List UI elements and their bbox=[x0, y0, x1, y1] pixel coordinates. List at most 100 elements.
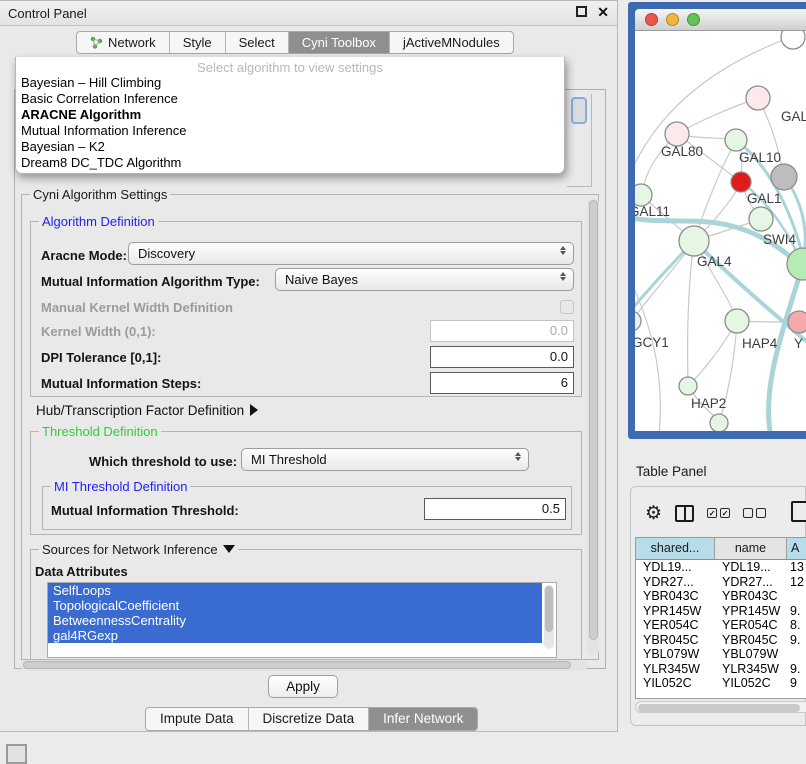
sources-title-expander[interactable]: Sources for Network Inference bbox=[39, 542, 238, 557]
which-threshold-select[interactable]: MI Threshold bbox=[241, 448, 529, 471]
mi-threshold-input[interactable]: 0.5 bbox=[424, 498, 566, 520]
columns-icon[interactable] bbox=[675, 505, 694, 522]
data-attributes-list[interactable]: SelfLoops TopologicalCoefficient Between… bbox=[47, 582, 557, 658]
tab-impute-data[interactable]: Impute Data bbox=[146, 708, 249, 730]
network-node-HAP2[interactable] bbox=[679, 377, 697, 395]
cell: YIL052C bbox=[715, 676, 787, 691]
node-label-GAL10: GAL10 bbox=[739, 150, 781, 165]
column-header-name[interactable]: name bbox=[715, 538, 787, 559]
cell: 8. bbox=[787, 618, 806, 633]
cell: 13 bbox=[787, 560, 806, 575]
algorithm-option[interactable]: ARACNE Algorithm bbox=[16, 107, 564, 123]
close-window-icon[interactable]: ✕ bbox=[597, 4, 609, 21]
close-traffic-light-icon[interactable] bbox=[645, 13, 658, 26]
list-item[interactable]: SelfLoops bbox=[48, 583, 542, 598]
list-vertical-scrollbar[interactable] bbox=[544, 585, 554, 649]
algorithm-option[interactable]: Basic Correlation Inference bbox=[16, 91, 564, 107]
network-node-GAL11[interactable] bbox=[635, 184, 652, 206]
tab-discretize-data-label: Discretize Data bbox=[263, 711, 355, 726]
which-threshold-value: MI Threshold bbox=[251, 452, 327, 467]
network-window-titlebar bbox=[635, 9, 806, 31]
sources-group: Sources for Network Inference Data Attri… bbox=[30, 549, 582, 660]
node-label-HAP2: HAP2 bbox=[691, 396, 726, 411]
table-row[interactable]: YER054CYER054C8. bbox=[636, 618, 806, 633]
network-node-HAP4[interactable] bbox=[725, 309, 749, 333]
table-row[interactable]: YLR345WYLR345W9. bbox=[636, 662, 806, 677]
network-edge[interactable] bbox=[679, 98, 758, 133]
algorithm-option[interactable]: Mutual Information Inference bbox=[16, 123, 564, 139]
settings-horizontal-scrollbar[interactable] bbox=[21, 660, 587, 671]
float-window-icon[interactable] bbox=[576, 6, 587, 17]
settings-vertical-scrollbar[interactable] bbox=[587, 198, 599, 656]
network-node-GAL10[interactable] bbox=[725, 129, 747, 151]
column-header-partial[interactable]: A bbox=[787, 538, 806, 559]
cyni-algorithm-settings-group: Cyni Algorithm Settings Algorithm Defini… bbox=[21, 194, 599, 660]
table-row[interactable]: YDL19...YDL19...13 bbox=[636, 560, 806, 575]
list-item[interactable]: TopologicalCoefficient bbox=[48, 598, 542, 613]
cell: YPR145W bbox=[715, 604, 787, 619]
dpi-tolerance-input[interactable]: 0.0 bbox=[430, 346, 574, 368]
cell: 12 bbox=[787, 575, 806, 590]
network-node-bottom-unlabeled[interactable] bbox=[710, 414, 728, 431]
select-all-checkboxes-icon[interactable]: ✓✓ bbox=[707, 508, 730, 518]
expand-down-icon bbox=[223, 545, 235, 553]
tab-infer-network-label: Infer Network bbox=[383, 711, 463, 726]
network-edge[interactable] bbox=[688, 241, 694, 383]
network-canvas[interactable]: GAL7GAL80GAL10GAL1GAL11GAL4SWI4GCY1HAP4Y… bbox=[635, 31, 806, 431]
mi-steps-input[interactable]: 6 bbox=[430, 372, 574, 394]
apply-button[interactable]: Apply bbox=[268, 675, 338, 698]
network-edge[interactable] bbox=[635, 273, 660, 431]
zoom-traffic-light-icon[interactable] bbox=[687, 13, 700, 26]
network-node-gray-node[interactable] bbox=[771, 164, 797, 190]
tab-network[interactable]: Network bbox=[77, 32, 170, 53]
table-row[interactable]: YBL079WYBL079W bbox=[636, 647, 806, 662]
tab-discretize-data[interactable]: Discretize Data bbox=[249, 708, 370, 730]
network-node-green-mid[interactable] bbox=[749, 207, 773, 231]
manual-kernel-width-checkbox[interactable] bbox=[560, 300, 574, 314]
algorithm-option[interactable]: Bayesian – Hill Climbing bbox=[16, 75, 564, 91]
network-node-GAL4[interactable] bbox=[679, 226, 709, 256]
deselect-all-checkboxes-icon[interactable] bbox=[743, 508, 766, 518]
export-table-icon[interactable] bbox=[791, 501, 806, 522]
cell: 9. bbox=[787, 662, 806, 677]
mi-algorithm-type-select[interactable]: Naive Bayes bbox=[275, 268, 574, 291]
table-row[interactable]: YBR043CYBR043C bbox=[636, 589, 806, 604]
network-node-Y-salmon[interactable] bbox=[788, 311, 806, 333]
network-node-GAL80[interactable] bbox=[665, 122, 689, 146]
network-node-GAL7[interactable] bbox=[746, 86, 770, 110]
network-node-GCY1[interactable] bbox=[635, 311, 641, 331]
network-node-top-unlabeled[interactable] bbox=[781, 31, 805, 49]
table-panel-title: Table Panel bbox=[636, 464, 707, 479]
cell: YDL19... bbox=[715, 560, 787, 575]
expand-right-icon bbox=[250, 404, 258, 416]
cell: YPR145W bbox=[636, 604, 715, 619]
cell: YDR27... bbox=[636, 575, 715, 590]
column-header-shared-name[interactable]: shared... bbox=[636, 538, 715, 559]
minimize-traffic-light-icon[interactable] bbox=[666, 13, 679, 26]
network-node-GAL1[interactable] bbox=[731, 172, 751, 192]
node-label-GAL7: GAL7 bbox=[781, 109, 806, 124]
gear-icon[interactable]: ⚙ bbox=[645, 504, 662, 523]
table-row[interactable]: YBR045CYBR045C9. bbox=[636, 633, 806, 648]
table-row[interactable]: YIL052CYIL052C9 bbox=[636, 676, 806, 691]
network-node-SWI4[interactable] bbox=[787, 248, 806, 280]
algorithm-option[interactable]: Bayesian – K2 bbox=[16, 139, 564, 155]
tab-jactivemnodules[interactable]: jActiveMNodules bbox=[390, 32, 513, 53]
table-row[interactable]: YDR27...YDR27...12 bbox=[636, 575, 806, 590]
list-item[interactable]: BetweennessCentrality bbox=[48, 613, 542, 628]
tab-style[interactable]: Style bbox=[170, 32, 226, 53]
tab-select[interactable]: Select bbox=[226, 32, 289, 53]
minimized-panel-icon[interactable] bbox=[6, 744, 27, 764]
dpi-tolerance-label: DPI Tolerance [0,1]: bbox=[41, 350, 161, 365]
kernel-width-input[interactable]: 0.0 bbox=[430, 320, 574, 342]
tab-infer-network[interactable]: Infer Network bbox=[369, 708, 477, 730]
node-label-GAL4: GAL4 bbox=[697, 254, 732, 269]
table-horizontal-scrollbar[interactable] bbox=[635, 701, 806, 713]
algorithm-option[interactable]: Dream8 DC_TDC Algorithm bbox=[16, 155, 564, 171]
tab-cyni-toolbox[interactable]: Cyni Toolbox bbox=[289, 32, 390, 53]
network-graph: GAL7GAL80GAL10GAL1GAL11GAL4SWI4GCY1HAP4Y… bbox=[635, 31, 806, 431]
hub-definition-expander[interactable]: Hub/Transcription Factor Definition bbox=[36, 403, 258, 418]
aracne-mode-select[interactable]: Discovery bbox=[128, 242, 574, 265]
list-item[interactable]: gal4RGexp bbox=[48, 628, 542, 643]
table-row[interactable]: YPR145WYPR145W9. bbox=[636, 604, 806, 619]
